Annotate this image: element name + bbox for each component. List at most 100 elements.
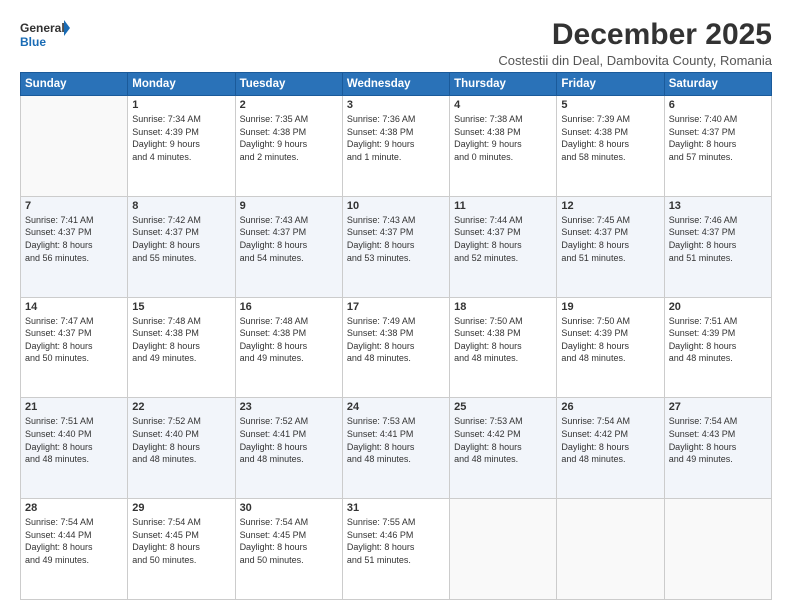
- calendar-cell: [664, 499, 771, 600]
- logo-icon: General Blue: [20, 18, 70, 54]
- month-title: December 2025: [498, 18, 772, 51]
- calendar-week-row: 7 Sunrise: 7:41 AMSunset: 4:37 PMDaylight…: [21, 196, 772, 297]
- calendar-cell: 14 Sunrise: 7:47 AMSunset: 4:37 PMDayligh…: [21, 297, 128, 398]
- calendar-cell: 1 Sunrise: 7:34 AMSunset: 4:39 PMDaylight…: [128, 96, 235, 197]
- day-number: 26: [561, 401, 659, 413]
- cell-sun-info: Sunrise: 7:42 AMSunset: 4:37 PMDaylight:…: [132, 214, 230, 264]
- calendar-cell: 7 Sunrise: 7:41 AMSunset: 4:37 PMDaylight…: [21, 196, 128, 297]
- title-block: December 2025 Costestii din Deal, Dambov…: [498, 18, 772, 68]
- day-header: Friday: [557, 73, 664, 96]
- cell-sun-info: Sunrise: 7:48 AMSunset: 4:38 PMDaylight:…: [240, 315, 338, 365]
- calendar-cell: 28 Sunrise: 7:54 AMSunset: 4:44 PMDayligh…: [21, 499, 128, 600]
- cell-sun-info: Sunrise: 7:52 AMSunset: 4:41 PMDaylight:…: [240, 415, 338, 465]
- calendar-cell: 24 Sunrise: 7:53 AMSunset: 4:41 PMDayligh…: [342, 398, 449, 499]
- day-header: Saturday: [664, 73, 771, 96]
- calendar-cell: 6Sunrise: 7:40 AMSunset: 4:37 PMDaylight…: [664, 96, 771, 197]
- cell-sun-info: Sunrise: 7:46 AMSunset: 4:37 PMDaylight:…: [669, 214, 767, 264]
- calendar-cell: 4 Sunrise: 7:38 AMSunset: 4:38 PMDaylight…: [450, 96, 557, 197]
- cell-sun-info: Sunrise: 7:55 AMSunset: 4:46 PMDaylight:…: [347, 516, 445, 566]
- cell-sun-info: Sunrise: 7:53 AMSunset: 4:42 PMDaylight:…: [454, 415, 552, 465]
- calendar-cell: 10 Sunrise: 7:43 AMSunset: 4:37 PMDayligh…: [342, 196, 449, 297]
- calendar-cell: 15 Sunrise: 7:48 AMSunset: 4:38 PMDayligh…: [128, 297, 235, 398]
- cell-sun-info: Sunrise: 7:49 AMSunset: 4:38 PMDaylight:…: [347, 315, 445, 365]
- calendar-cell: 25 Sunrise: 7:53 AMSunset: 4:42 PMDayligh…: [450, 398, 557, 499]
- calendar-week-row: 28 Sunrise: 7:54 AMSunset: 4:44 PMDayligh…: [21, 499, 772, 600]
- calendar-cell: [450, 499, 557, 600]
- day-number: 22: [132, 401, 230, 413]
- day-number: 15: [132, 301, 230, 313]
- calendar-week-row: 1 Sunrise: 7:34 AMSunset: 4:39 PMDaylight…: [21, 96, 772, 197]
- day-number: 14: [25, 301, 123, 313]
- cell-sun-info: Sunrise: 7:47 AMSunset: 4:37 PMDaylight:…: [25, 315, 123, 365]
- cell-sun-info: Sunrise: 7:53 AMSunset: 4:41 PMDaylight:…: [347, 415, 445, 465]
- header: General Blue December 2025 Costestii din…: [20, 18, 772, 68]
- cell-sun-info: Sunrise: 7:52 AMSunset: 4:40 PMDaylight:…: [132, 415, 230, 465]
- day-number: 1: [132, 99, 230, 111]
- calendar-cell: 18 Sunrise: 7:50 AMSunset: 4:38 PMDayligh…: [450, 297, 557, 398]
- cell-sun-info: Sunrise: 7:54 AMSunset: 4:45 PMDaylight:…: [132, 516, 230, 566]
- cell-sun-info: Sunrise: 7:35 AMSunset: 4:38 PMDaylight:…: [240, 113, 338, 163]
- day-number: 23: [240, 401, 338, 413]
- calendar-cell: 22 Sunrise: 7:52 AMSunset: 4:40 PMDayligh…: [128, 398, 235, 499]
- calendar-cell: [21, 96, 128, 197]
- calendar-cell: 9 Sunrise: 7:43 AMSunset: 4:37 PMDaylight…: [235, 196, 342, 297]
- page: General Blue December 2025 Costestii din…: [0, 0, 792, 612]
- day-header: Tuesday: [235, 73, 342, 96]
- day-number: 3: [347, 99, 445, 111]
- calendar-cell: 21Sunrise: 7:51 AMSunset: 4:40 PMDayligh…: [21, 398, 128, 499]
- day-number: 24: [347, 401, 445, 413]
- svg-text:General: General: [20, 21, 65, 35]
- day-number: 19: [561, 301, 659, 313]
- day-header: Thursday: [450, 73, 557, 96]
- day-number: 7: [25, 200, 123, 212]
- cell-sun-info: Sunrise: 7:43 AMSunset: 4:37 PMDaylight:…: [240, 214, 338, 264]
- day-number: 18: [454, 301, 552, 313]
- day-header: Sunday: [21, 73, 128, 96]
- calendar-cell: 5Sunrise: 7:39 AMSunset: 4:38 PMDaylight…: [557, 96, 664, 197]
- cell-sun-info: Sunrise: 7:51 AMSunset: 4:39 PMDaylight:…: [669, 315, 767, 365]
- day-number: 13: [669, 200, 767, 212]
- cell-sun-info: Sunrise: 7:50 AMSunset: 4:39 PMDaylight:…: [561, 315, 659, 365]
- cell-sun-info: Sunrise: 7:48 AMSunset: 4:38 PMDaylight:…: [132, 315, 230, 365]
- calendar-cell: 11Sunrise: 7:44 AMSunset: 4:37 PMDayligh…: [450, 196, 557, 297]
- calendar-cell: 30Sunrise: 7:54 AMSunset: 4:45 PMDayligh…: [235, 499, 342, 600]
- calendar-week-row: 21Sunrise: 7:51 AMSunset: 4:40 PMDayligh…: [21, 398, 772, 499]
- day-number: 28: [25, 502, 123, 514]
- day-number: 6: [669, 99, 767, 111]
- calendar-cell: 3 Sunrise: 7:36 AMSunset: 4:38 PMDaylight…: [342, 96, 449, 197]
- day-number: 17: [347, 301, 445, 313]
- calendar-cell: 31Sunrise: 7:55 AMSunset: 4:46 PMDayligh…: [342, 499, 449, 600]
- cell-sun-info: Sunrise: 7:36 AMSunset: 4:38 PMDaylight:…: [347, 113, 445, 163]
- calendar-cell: 20Sunrise: 7:51 AMSunset: 4:39 PMDayligh…: [664, 297, 771, 398]
- cell-sun-info: Sunrise: 7:41 AMSunset: 4:37 PMDaylight:…: [25, 214, 123, 264]
- cell-sun-info: Sunrise: 7:45 AMSunset: 4:37 PMDaylight:…: [561, 214, 659, 264]
- cell-sun-info: Sunrise: 7:50 AMSunset: 4:38 PMDaylight:…: [454, 315, 552, 365]
- cell-sun-info: Sunrise: 7:39 AMSunset: 4:38 PMDaylight:…: [561, 113, 659, 163]
- cell-sun-info: Sunrise: 7:34 AMSunset: 4:39 PMDaylight:…: [132, 113, 230, 163]
- subtitle: Costestii din Deal, Dambovita County, Ro…: [498, 53, 772, 68]
- calendar-header-row: SundayMondayTuesdayWednesdayThursdayFrid…: [21, 73, 772, 96]
- day-number: 10: [347, 200, 445, 212]
- day-number: 27: [669, 401, 767, 413]
- cell-sun-info: Sunrise: 7:54 AMSunset: 4:44 PMDaylight:…: [25, 516, 123, 566]
- day-number: 8: [132, 200, 230, 212]
- day-number: 21: [25, 401, 123, 413]
- logo: General Blue: [20, 18, 70, 54]
- calendar-cell: 13 Sunrise: 7:46 AMSunset: 4:37 PMDayligh…: [664, 196, 771, 297]
- cell-sun-info: Sunrise: 7:43 AMSunset: 4:37 PMDaylight:…: [347, 214, 445, 264]
- calendar-cell: 16Sunrise: 7:48 AMSunset: 4:38 PMDayligh…: [235, 297, 342, 398]
- day-number: 25: [454, 401, 552, 413]
- calendar-cell: 19 Sunrise: 7:50 AMSunset: 4:39 PMDayligh…: [557, 297, 664, 398]
- cell-sun-info: Sunrise: 7:54 AMSunset: 4:43 PMDaylight:…: [669, 415, 767, 465]
- calendar-cell: 17 Sunrise: 7:49 AMSunset: 4:38 PMDayligh…: [342, 297, 449, 398]
- cell-sun-info: Sunrise: 7:38 AMSunset: 4:38 PMDaylight:…: [454, 113, 552, 163]
- day-number: 2: [240, 99, 338, 111]
- day-number: 9: [240, 200, 338, 212]
- day-number: 29: [132, 502, 230, 514]
- calendar-cell: 27 Sunrise: 7:54 AMSunset: 4:43 PMDayligh…: [664, 398, 771, 499]
- calendar-cell: 29 Sunrise: 7:54 AMSunset: 4:45 PMDayligh…: [128, 499, 235, 600]
- cell-sun-info: Sunrise: 7:54 AMSunset: 4:45 PMDaylight:…: [240, 516, 338, 566]
- day-number: 4: [454, 99, 552, 111]
- calendar-week-row: 14 Sunrise: 7:47 AMSunset: 4:37 PMDayligh…: [21, 297, 772, 398]
- calendar-table: SundayMondayTuesdayWednesdayThursdayFrid…: [20, 72, 772, 600]
